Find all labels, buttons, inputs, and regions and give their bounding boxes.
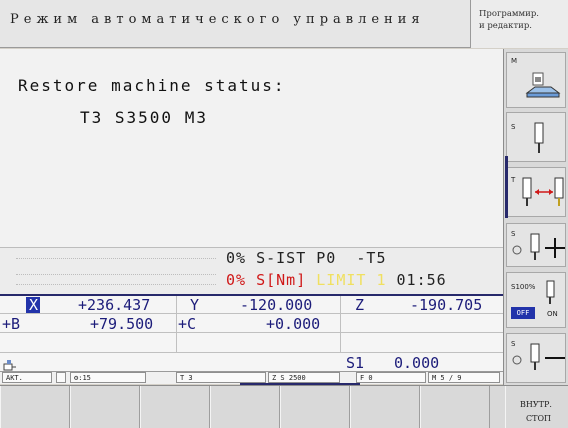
mode-label-line2: и редактир. bbox=[479, 21, 532, 31]
spindle-torque-line: 0% S[Nm] LIMIT 1 01:56 bbox=[226, 271, 447, 289]
torque-readout: 0% S[Nm] bbox=[226, 271, 307, 289]
axis-z-value: -190.705 bbox=[410, 296, 483, 314]
softkey-7[interactable] bbox=[420, 386, 490, 428]
spindle-override-button[interactable]: S100% OFF ON bbox=[506, 272, 566, 328]
softkey-3[interactable] bbox=[140, 386, 210, 428]
machine-icon bbox=[3, 356, 17, 371]
program-edit-mode-button[interactable]: Программир. и редактир. bbox=[470, 0, 568, 48]
axis-b-label: B bbox=[11, 315, 21, 333]
softkey-2[interactable] bbox=[70, 386, 140, 428]
status-spindle: Z S 2500 bbox=[268, 372, 340, 383]
machine-m-icon bbox=[525, 72, 561, 98]
status-feed-override: ⚙:15 bbox=[70, 372, 146, 383]
mode-label-line1: Программир. bbox=[479, 9, 539, 19]
tool-call-t-button[interactable]: T bbox=[505, 156, 566, 218]
axis-c-value: +0.000 bbox=[266, 315, 321, 333]
spindle-s1-label: S1 bbox=[346, 354, 365, 372]
softkey-6[interactable] bbox=[350, 386, 420, 428]
axis-c-label: C bbox=[187, 315, 197, 333]
limit-indicator: LIMIT 1 bbox=[316, 271, 387, 289]
softkey-1[interactable] bbox=[0, 386, 70, 428]
axis-c-row: +C bbox=[178, 315, 197, 333]
active-key-marker bbox=[505, 156, 508, 218]
softkey-4[interactable] bbox=[210, 386, 280, 428]
gear-icon: ⚙ bbox=[74, 374, 79, 382]
machine-function-m-button[interactable]: M bbox=[506, 52, 566, 108]
status-tool: T 3 bbox=[176, 372, 266, 383]
axis-b-row: +B bbox=[2, 315, 21, 333]
restore-status-values: T3 S3500 M3 bbox=[80, 108, 208, 127]
status-akt: AKT. bbox=[2, 372, 52, 383]
restore-status-label: Restore machine status: bbox=[18, 76, 286, 95]
axis-y-label: Y bbox=[190, 296, 200, 314]
spindle-minus-icon bbox=[512, 343, 565, 370]
spindle-s1-value: 0.000 bbox=[394, 354, 440, 372]
softkey-5[interactable] bbox=[280, 386, 350, 428]
spindle-decrease-button[interactable]: S bbox=[506, 333, 566, 383]
status-misc: M 5 / 9 bbox=[428, 372, 500, 383]
spindle-plus-icon bbox=[512, 233, 565, 260]
internal-stop-button[interactable]: ВНУТР. СТОП bbox=[505, 386, 568, 428]
spindle-increase-button[interactable]: S bbox=[506, 223, 566, 267]
status-feed: F 0 bbox=[356, 372, 426, 383]
spindle-small-icon bbox=[546, 280, 555, 304]
override-on-toggle[interactable]: ON bbox=[547, 310, 558, 318]
axis-b-value: +79.500 bbox=[90, 315, 154, 333]
spindle-s-button[interactable]: S bbox=[506, 112, 566, 162]
time-readout: 01:56 bbox=[396, 271, 447, 289]
axis-x-value: +236.437 bbox=[78, 296, 151, 314]
spindle-status-line: 0% S-IST P0 -T5 bbox=[226, 249, 387, 267]
axis-x-label: X bbox=[29, 296, 39, 314]
axis-z-label: Z bbox=[355, 296, 365, 314]
spindle-icon bbox=[534, 122, 544, 153]
status-box-empty bbox=[56, 372, 66, 383]
override-off-toggle[interactable]: OFF bbox=[511, 307, 535, 319]
axis-y-value: -120.000 bbox=[240, 296, 313, 314]
tool-change-icon bbox=[522, 177, 564, 206]
active-softkey-bar bbox=[240, 383, 360, 385]
mode-title: Режим автоматического управления bbox=[10, 12, 425, 27]
